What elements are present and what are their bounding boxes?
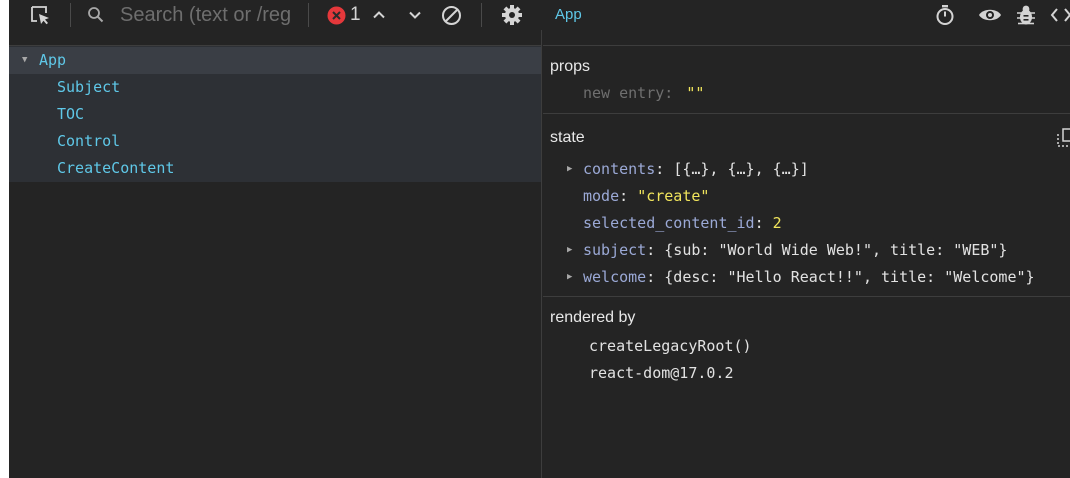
code-icon[interactable] [1049,3,1070,27]
select-element-icon[interactable] [27,0,53,30]
inspector-pane: App props new entry: "" state ▶ contents… [543,0,1070,478]
props-title: props [550,58,591,75]
tree-item-createcontent[interactable]: CreateContent [9,155,541,182]
error-icon [326,0,346,30]
search-icon [86,0,106,30]
tree-toolbar: Search (text or /reg 1 [9,0,542,30]
state-entry-subject[interactable]: ▶ subject: {sub: "World Wide Web!", titl… [567,240,1007,260]
chevron-down-icon[interactable] [406,0,424,30]
state-entry-welcome[interactable]: ▶ welcome: {desc: "Hello React!!", title… [567,267,1035,287]
copy-icon[interactable] [1056,127,1070,147]
state-entry-selected-content-id[interactable]: selected_content_id: 2 [583,213,782,233]
state-entry-mode[interactable]: mode: "create" [583,186,709,206]
tree-item-app[interactable]: ▼ App [9,47,541,74]
tree-item-toc[interactable]: TOC [9,101,541,128]
state-title: state [550,129,585,146]
settings-gear-icon[interactable] [499,0,525,30]
eye-icon[interactable] [978,3,1002,27]
state-entry-contents[interactable]: ▶ contents: [{…}, {…}, {…}] [567,159,809,179]
tree-item-control[interactable]: Control [9,128,541,155]
error-count: 1 [350,4,361,25]
react-devtools: Search (text or /reg 1 ▼ App Subject TOC… [9,0,1070,478]
component-tree: ▼ App Subject TOC Control CreateContent [9,46,541,182]
clear-icon[interactable] [440,0,462,30]
expand-caret-icon[interactable]: ▼ [22,47,27,74]
tree-item-subject[interactable]: Subject [9,74,541,101]
rendered-by-item: createLegacyRoot() [589,337,752,355]
selected-component-name: App [555,6,582,23]
component-tree-pane: Search (text or /reg 1 ▼ App Subject TOC… [9,0,542,478]
bug-icon[interactable] [1014,3,1038,27]
rendered-by-item: react-dom@17.0.2 [589,364,734,382]
props-new-entry[interactable]: new entry: "" [583,83,704,103]
search-input[interactable]: Search (text or /reg [120,3,296,27]
inspector-header: App [543,0,1070,30]
expand-caret-icon[interactable]: ▶ [567,240,572,260]
expand-caret-icon[interactable]: ▶ [567,159,572,179]
timer-icon[interactable] [933,3,957,27]
chevron-up-icon[interactable] [370,0,388,30]
rendered-by-title: rendered by [550,309,636,326]
expand-caret-icon[interactable]: ▶ [567,267,572,287]
